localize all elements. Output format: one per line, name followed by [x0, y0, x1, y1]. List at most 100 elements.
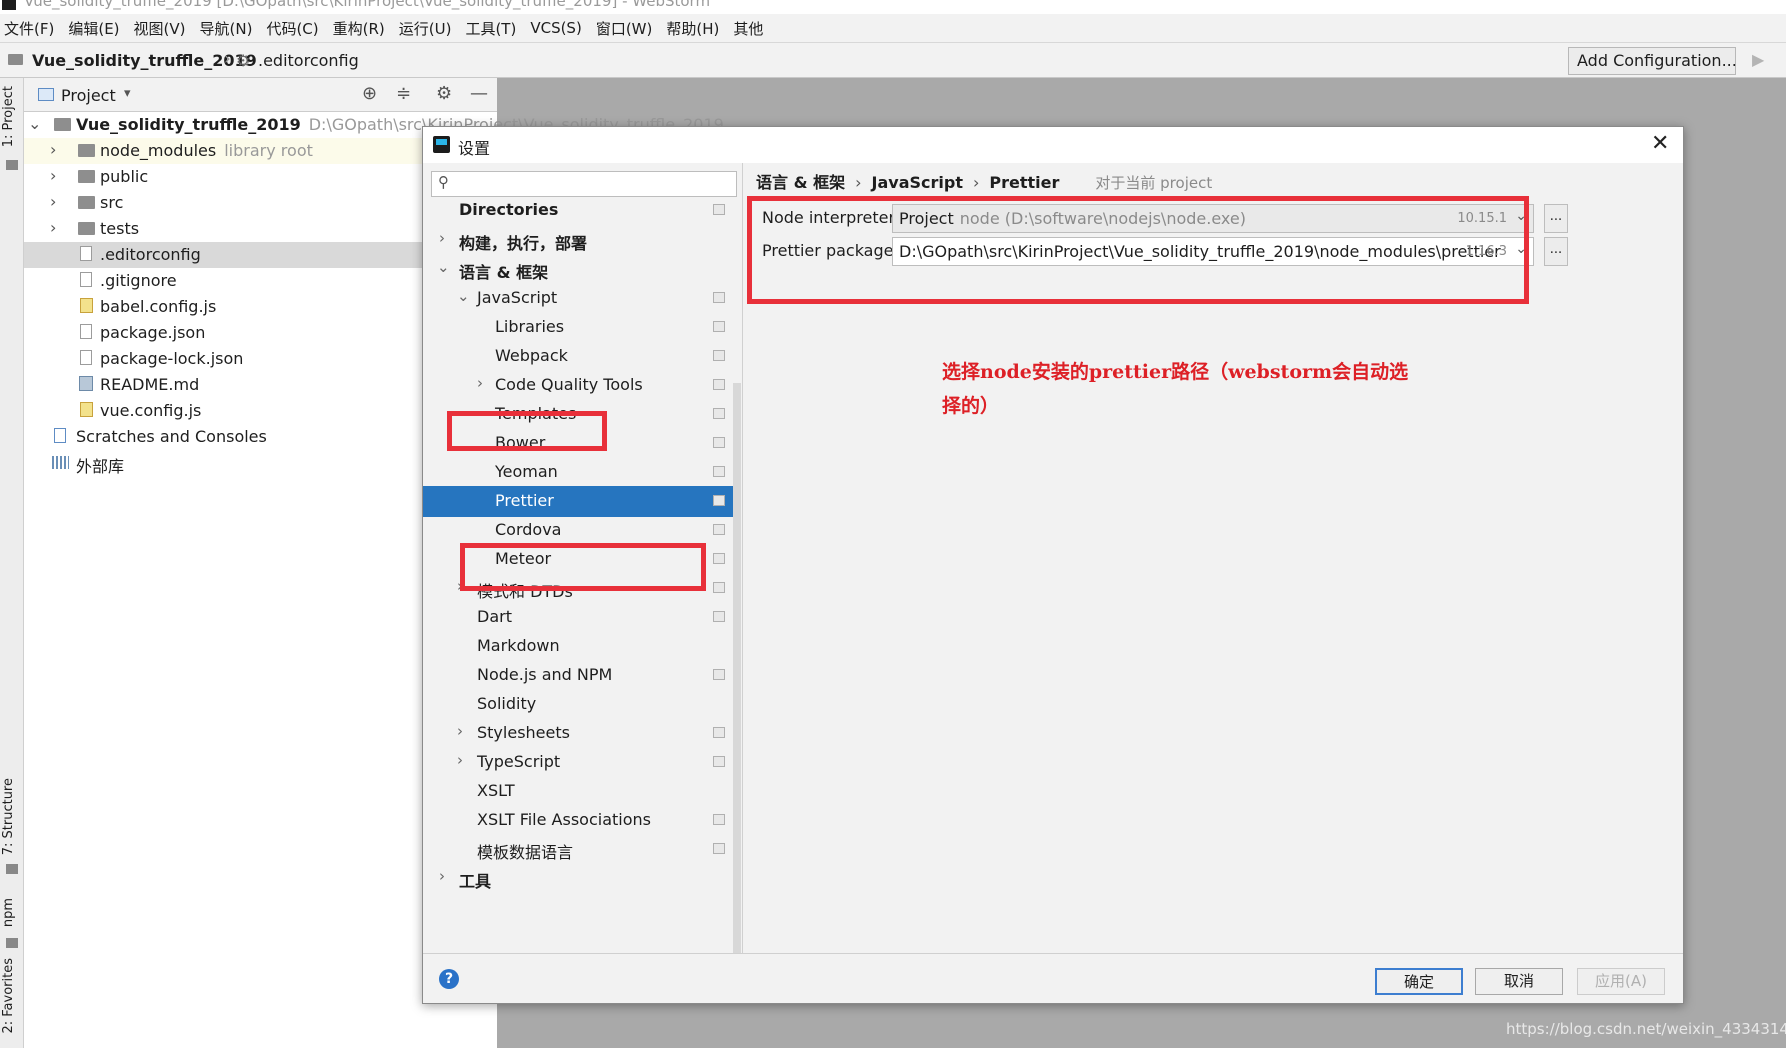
- folder-icon: [78, 196, 95, 209]
- node-interpreter-browse-button[interactable]: ...: [1544, 204, 1568, 233]
- settings-item-label: JavaScript: [477, 288, 558, 307]
- settings-item-label: Webpack: [495, 346, 568, 365]
- chevron-right-icon[interactable]: ›: [457, 751, 463, 769]
- project-scope-icon: [713, 350, 725, 361]
- breadcrumb-file[interactable]: .editorconfig: [258, 51, 359, 70]
- prettier-package-browse-button[interactable]: ...: [1544, 237, 1568, 266]
- chevron-right-icon[interactable]: ›: [50, 192, 56, 211]
- tree-item-label: vue.config.js: [100, 401, 202, 420]
- dialog-button-bar: ? 确定 取消 应用(A): [423, 953, 1683, 1003]
- tool-tab-project[interactable]: 1: Project: [1, 86, 16, 147]
- settings-item-nodejs-npm[interactable]: Node.js and NPM: [423, 660, 733, 691]
- settings-item-cordova[interactable]: Cordova: [423, 515, 733, 546]
- menu-window[interactable]: 窗口(W): [596, 18, 653, 39]
- project-scope-icon: [713, 843, 725, 854]
- chevron-right-icon[interactable]: ›: [439, 229, 445, 247]
- chevron-right-icon[interactable]: ›: [50, 166, 56, 185]
- search-icon: ⚲: [438, 173, 449, 191]
- chevron-right-icon[interactable]: ›: [50, 218, 56, 237]
- run-icon[interactable]: ▶: [1752, 50, 1764, 69]
- close-icon[interactable]: ✕: [1651, 131, 1669, 156]
- project-scope-icon: [713, 437, 725, 448]
- settings-item-languages[interactable]: ⌄ 语言 & 框架: [423, 254, 733, 285]
- chevron-down-icon[interactable]: ⌄: [437, 258, 450, 276]
- chevron-right-icon[interactable]: ›: [50, 140, 56, 159]
- settings-item-tools[interactable]: › 工具: [423, 863, 733, 894]
- settings-item-directories[interactable]: Directories: [423, 203, 733, 226]
- project-scope-icon: [713, 524, 725, 535]
- settings-item-javascript[interactable]: ⌄ JavaScript: [423, 283, 733, 314]
- settings-item-xslt-file-associations[interactable]: XSLT File Associations: [423, 805, 733, 836]
- menu-run[interactable]: 运行(U): [399, 18, 452, 39]
- settings-tree-scrollbar[interactable]: [733, 383, 741, 983]
- menu-other[interactable]: 其他: [733, 18, 763, 39]
- menu-code[interactable]: 代码(C): [266, 18, 318, 39]
- highlight-prettier-box: [460, 543, 706, 591]
- collapse-icon[interactable]: ≑: [396, 83, 411, 104]
- menu-file[interactable]: 文件(F): [4, 18, 54, 39]
- tree-item-label: babel.config.js: [100, 297, 217, 316]
- ok-button[interactable]: 确定: [1375, 968, 1463, 995]
- menu-navigate[interactable]: 导航(N): [200, 18, 253, 39]
- add-configuration-button[interactable]: Add Configuration...: [1568, 47, 1737, 75]
- tool-tab-structure[interactable]: 7: Structure: [1, 778, 16, 855]
- tree-item-hint: library root: [224, 141, 313, 160]
- project-scope-icon: [713, 611, 725, 622]
- settings-item-solidity[interactable]: Solidity: [423, 689, 733, 720]
- library-icon: [52, 456, 69, 469]
- chevron-down-icon[interactable]: ⌄: [457, 287, 470, 305]
- minimize-icon[interactable]: —: [470, 83, 488, 104]
- chevron-right-icon[interactable]: ›: [457, 722, 463, 740]
- settings-item-webpack[interactable]: Webpack: [423, 341, 733, 372]
- settings-item-yeoman[interactable]: Yeoman: [423, 457, 733, 488]
- menu-help[interactable]: 帮助(H): [666, 18, 719, 39]
- settings-item-label: XSLT File Associations: [477, 810, 651, 829]
- tree-item-label: .editorconfig: [100, 245, 201, 264]
- chevron-right-icon[interactable]: ›: [477, 374, 483, 392]
- folder-icon: [8, 54, 23, 65]
- settings-item-typescript[interactable]: › TypeScript: [423, 747, 733, 778]
- watermark-text: https://blog.csdn.net/weixin_43343144: [1506, 1020, 1786, 1038]
- settings-item-template-data-languages[interactable]: 模板数据语言: [423, 834, 733, 865]
- folder-icon: [78, 222, 95, 235]
- editorconfig-file-icon: [80, 246, 92, 261]
- tool-tab-npm[interactable]: npm: [1, 898, 16, 927]
- tree-item-label: Scratches and Consoles: [76, 427, 267, 446]
- settings-item-markdown[interactable]: Markdown: [423, 631, 733, 662]
- project-scope-icon: [713, 669, 725, 680]
- project-scope-icon: [713, 466, 725, 477]
- menu-tools[interactable]: 工具(T): [465, 18, 516, 39]
- settings-item-dart[interactable]: Dart: [423, 602, 733, 633]
- settings-search-input[interactable]: ⚲: [431, 171, 737, 197]
- chevron-down-icon[interactable]: ▾: [124, 86, 131, 101]
- locate-icon[interactable]: ⊕: [362, 83, 377, 104]
- project-scope-icon: [713, 495, 725, 506]
- cancel-button[interactable]: 取消: [1475, 968, 1563, 995]
- json-file-icon: [80, 350, 92, 365]
- menu-vcs[interactable]: VCS(S): [530, 19, 581, 37]
- settings-item-build[interactable]: › 构建，执行，部署: [423, 225, 733, 256]
- apply-button[interactable]: 应用(A): [1577, 968, 1665, 995]
- menu-view[interactable]: 视图(V): [134, 18, 186, 39]
- help-icon[interactable]: ?: [439, 969, 459, 989]
- settings-item-prettier[interactable]: Prettier: [423, 486, 733, 517]
- settings-item-stylesheets[interactable]: › Stylesheets: [423, 718, 733, 749]
- chevron-right-icon[interactable]: ›: [439, 867, 445, 885]
- gear-icon[interactable]: ⚙: [436, 83, 452, 104]
- menu-edit[interactable]: 编辑(E): [68, 18, 119, 39]
- folder-icon: [54, 118, 71, 131]
- breadcrumb-separator: ›: [972, 173, 980, 192]
- structure-tool-icon: [6, 864, 18, 874]
- folder-icon: [78, 170, 95, 183]
- tool-tab-favorites[interactable]: 2: Favorites: [1, 958, 16, 1034]
- settings-item-code-quality[interactable]: › Code Quality Tools: [423, 370, 733, 401]
- settings-item-label: Yeoman: [495, 462, 558, 481]
- settings-item-libraries[interactable]: Libraries: [423, 312, 733, 343]
- chevron-down-icon[interactable]: ⌄: [28, 114, 41, 133]
- settings-item-xslt[interactable]: XSLT: [423, 776, 733, 807]
- project-scope-icon: [713, 379, 725, 390]
- menu-refactor[interactable]: 重构(R): [333, 18, 385, 39]
- project-scope-icon: [713, 727, 725, 738]
- project-panel-title[interactable]: Project: [61, 86, 116, 105]
- settings-content: 语言 & 框架 › JavaScript › Prettier 对于当前 project …: [744, 163, 1683, 953]
